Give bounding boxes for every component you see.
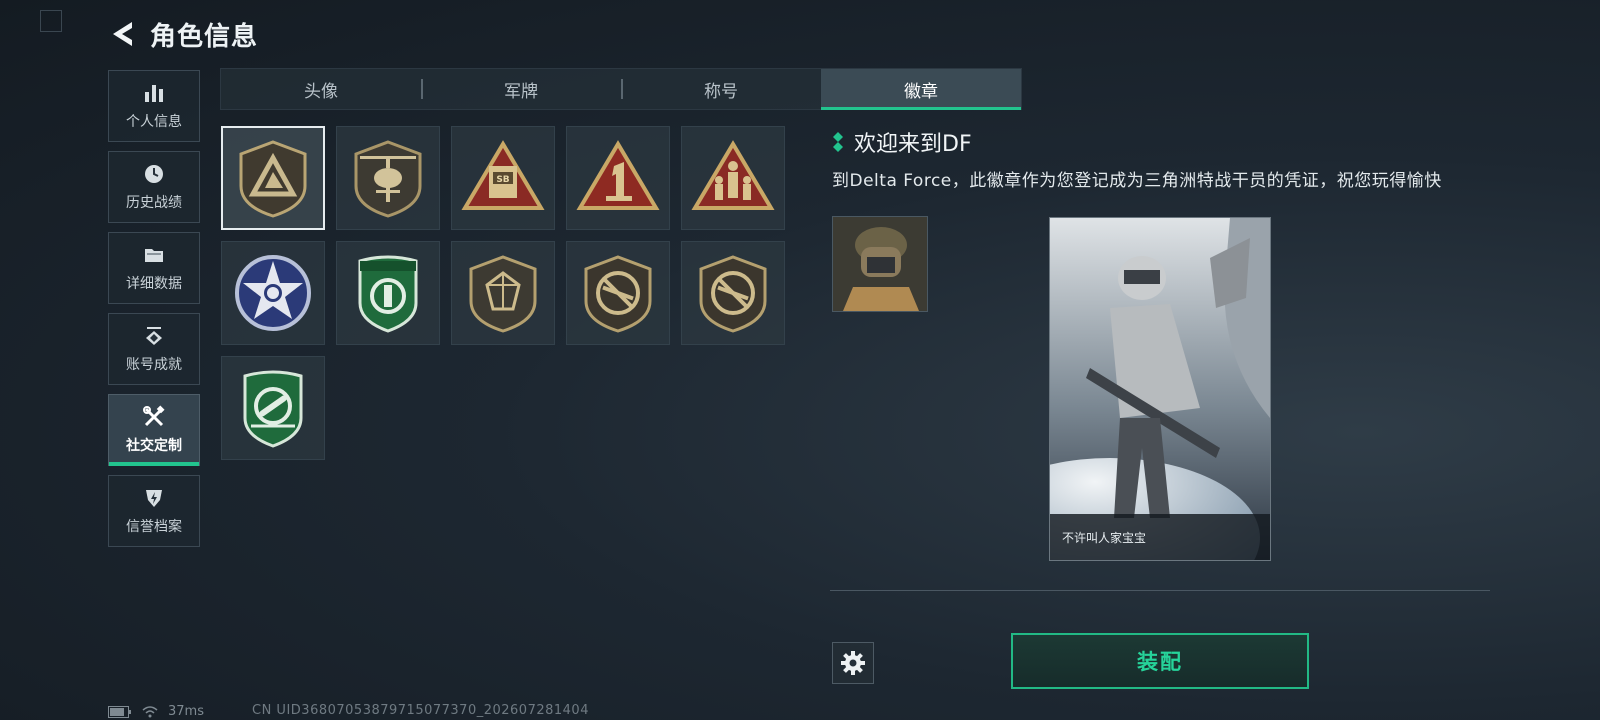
tools-icon bbox=[142, 405, 166, 429]
green-ordnance-badge-icon bbox=[243, 370, 303, 448]
badge-cell[interactable] bbox=[336, 241, 440, 345]
tab-avatar[interactable]: 头像 bbox=[221, 69, 421, 109]
sb-vehicle-badge-icon: SB bbox=[461, 140, 545, 210]
sidebar-item-label: 账号成就 bbox=[126, 357, 182, 373]
helicopter-badge-icon bbox=[354, 140, 422, 218]
bar-chart-icon bbox=[142, 81, 166, 105]
achievement-icon bbox=[142, 324, 166, 348]
diamond-marker-icon bbox=[833, 132, 843, 152]
sidebar-item-achievements[interactable]: 账号成就 bbox=[108, 313, 200, 385]
card-caption: 不许叫人家宝宝 bbox=[1050, 514, 1270, 560]
tab-bar: 头像 军牌 称号 徽章 bbox=[220, 68, 1022, 110]
equip-button[interactable]: 装配 bbox=[1011, 633, 1309, 689]
green-emblem-badge-icon bbox=[358, 255, 418, 333]
wifi-icon bbox=[142, 705, 158, 717]
sidebar-item-social-custom[interactable]: 社交定制 bbox=[108, 394, 200, 466]
badge-cell[interactable] bbox=[336, 126, 440, 230]
sidebar-item-detailed-data[interactable]: 详细数据 bbox=[108, 232, 200, 304]
badge-cell[interactable] bbox=[221, 356, 325, 460]
tab-dog-tag[interactable]: 军牌 bbox=[421, 69, 621, 109]
operator-avatar-thumbnail bbox=[832, 216, 928, 312]
sidebar-item-label: 个人信息 bbox=[126, 114, 182, 130]
back-arrow-icon[interactable] bbox=[108, 19, 136, 49]
page-title: 角色信息 bbox=[150, 21, 259, 52]
sidebar-item-credit-record[interactable]: 信誉档案 bbox=[108, 475, 200, 547]
uid-readout: CN UID36807053879715077370_202607281404 bbox=[252, 703, 589, 718]
badge-description: 到Delta Force，此徽章作为您登记成为三角洲特战干员的凭证，祝您玩得愉快 bbox=[832, 171, 1442, 191]
sidebar-item-label: 信誉档案 bbox=[126, 519, 182, 535]
sidebar-item-match-history[interactable]: 历史战绩 bbox=[108, 151, 200, 223]
badge-cell[interactable] bbox=[566, 241, 670, 345]
badge-cell[interactable] bbox=[681, 126, 785, 230]
sidebar: 个人信息 历史战绩 详细数据 账号成就 社交定制 信誉档案 bbox=[108, 70, 200, 556]
corner-marker bbox=[40, 10, 62, 32]
shield-bolt-icon bbox=[142, 486, 166, 510]
badge-cell[interactable]: SB bbox=[451, 126, 555, 230]
status-bar: 37ms bbox=[108, 704, 204, 719]
battery-icon bbox=[108, 705, 131, 718]
sidebar-item-label: 社交定制 bbox=[126, 438, 182, 454]
folder-icon bbox=[142, 243, 166, 267]
tab-badge[interactable]: 徽章 bbox=[821, 69, 1021, 110]
page-header: 角色信息 bbox=[108, 14, 258, 54]
tab-title[interactable]: 称号 bbox=[621, 69, 821, 109]
badge-cell[interactable] bbox=[221, 241, 325, 345]
svg-text:SB: SB bbox=[496, 175, 509, 185]
sidebar-item-label: 历史战绩 bbox=[126, 195, 182, 211]
settings-button[interactable] bbox=[832, 642, 874, 684]
number-one-badge-icon bbox=[576, 140, 660, 210]
badge-cell[interactable] bbox=[566, 126, 670, 230]
gem-shield-badge-icon bbox=[469, 255, 537, 333]
badge-cell[interactable] bbox=[221, 126, 325, 230]
operator-portrait-image bbox=[833, 217, 927, 311]
skull-star-badge-icon bbox=[235, 255, 311, 331]
badge-detail-header: 欢迎来到DF bbox=[832, 126, 972, 158]
badge-cell[interactable] bbox=[451, 241, 555, 345]
badge-cell[interactable] bbox=[681, 241, 785, 345]
no-rifle-badge-icon-2 bbox=[699, 255, 767, 333]
ping-readout: 37ms bbox=[168, 704, 204, 719]
soldiers-badge-icon bbox=[691, 140, 775, 210]
delta-shield-badge-icon bbox=[239, 140, 307, 218]
sidebar-item-label: 详细数据 bbox=[126, 276, 182, 292]
no-rifle-badge-icon bbox=[584, 255, 652, 333]
badge-name: 欢迎来到DF bbox=[854, 132, 972, 157]
detail-divider bbox=[830, 590, 1490, 591]
operator-card: 不许叫人家宝宝 bbox=[1049, 217, 1271, 561]
clock-icon bbox=[142, 162, 166, 186]
gear-icon bbox=[841, 651, 865, 675]
operator-card-image bbox=[1050, 218, 1270, 560]
sidebar-item-personal-info[interactable]: 个人信息 bbox=[108, 70, 200, 142]
